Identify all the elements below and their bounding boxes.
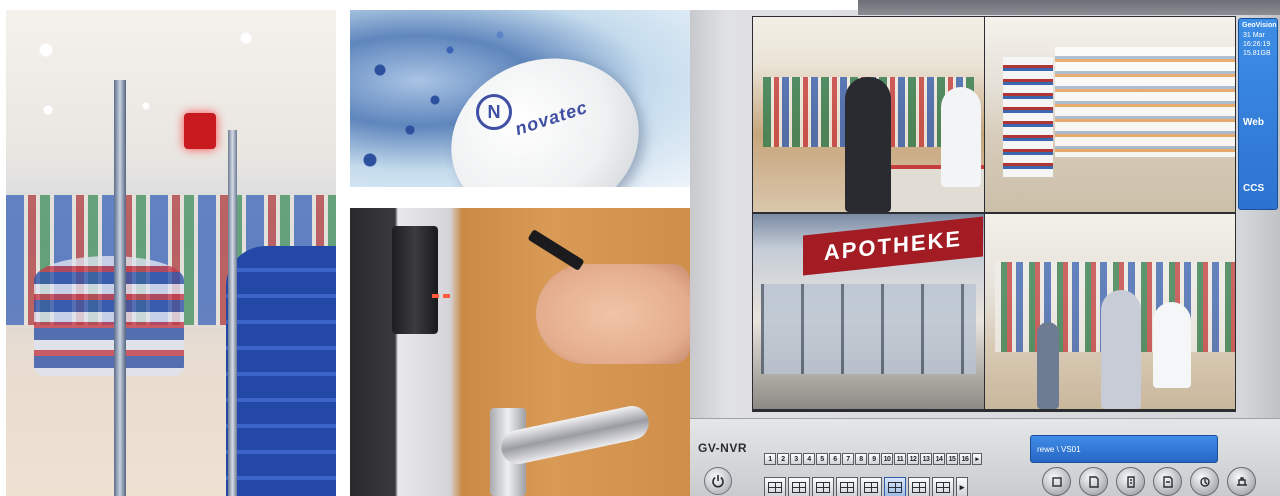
tool-button-4[interactable] [1153,467,1182,496]
access-control-photo [350,208,690,496]
channel-button-7[interactable]: 7 [842,453,854,465]
app-logo: GV-NVR [698,441,748,455]
camera-view-1[interactable] [753,17,984,212]
side-panel: GeoVision 31 Mar 16:26:19 15.81GB Web CC… [1238,18,1278,210]
camera-view-2[interactable] [985,17,1235,212]
channel-button-9[interactable]: 9 [868,453,880,465]
key-card [527,229,585,271]
channel-button-5[interactable]: 5 [816,453,828,465]
channel-button-3[interactable]: 3 [790,453,802,465]
tool-button-1[interactable] [1042,467,1071,496]
gv-nvr-window: APOTHEKE GeoVision 31 Mar 16:26:19 15.81… [690,0,1280,496]
hand [536,264,690,364]
channel-button-1[interactable]: 1 [764,453,776,465]
ccs-button[interactable]: CCS [1243,183,1264,194]
time-readout: 16:26:19 [1243,41,1271,48]
channel-selector: 1 2 3 4 5 6 7 8 9 10 11 12 13 14 15 16 ▸ [764,453,982,465]
grid-layout-icon [888,481,902,493]
layout-selector: ▸ [764,477,968,496]
tool-buttons [1042,467,1256,496]
window-titlebar [858,0,1280,15]
grid-layout-icon [792,481,806,493]
tool-button-6[interactable] [1227,467,1256,496]
channel-button-14[interactable]: 14 [933,453,945,465]
layout-button-6[interactable] [884,477,906,496]
layout-button-4[interactable] [836,477,858,496]
geovision-brand: GeoVision [1242,22,1277,29]
camera-grid: APOTHEKE [752,16,1236,412]
channel-next-button[interactable]: ▸ [972,453,982,465]
channel-button-16[interactable]: 16 [959,453,971,465]
grid-layout-icon [936,481,950,493]
grid-layout-icon [864,481,878,493]
tool-1-icon [1051,476,1062,487]
status-display: rewe \ VS01 [1030,435,1218,463]
channel-button-8[interactable]: 8 [855,453,867,465]
tool-2-icon [1088,475,1099,488]
control-bar: GV-NVR 1 2 3 4 5 6 7 8 9 10 11 12 13 14 15 16 ▸ ▸ rewe \… [690,418,1280,496]
layout-button-5[interactable] [860,477,882,496]
grid-layout-icon [840,481,854,493]
channel-button-2[interactable]: 2 [777,453,789,465]
tool-3-icon [1126,475,1135,488]
novatec-logo: N [476,94,512,130]
channel-button-10[interactable]: 10 [881,453,893,465]
tool-6-icon [1236,476,1247,486]
date-readout: 31 Mar [1243,32,1265,39]
channel-button-12[interactable]: 12 [907,453,919,465]
grid-layout-icon [816,481,830,493]
collage: N novatec APOTHEKE GeoVision 31 Mar 16:2… [0,0,1280,496]
channel-button-6[interactable]: 6 [829,453,841,465]
grid-layout-icon [912,481,926,493]
power-icon [712,475,724,488]
tool-button-3[interactable] [1116,467,1145,496]
layout-button-7[interactable] [908,477,930,496]
tool-button-5[interactable] [1190,467,1219,496]
web-button[interactable]: Web [1243,117,1264,128]
layout-button-2[interactable] [788,477,810,496]
channel-button-4[interactable]: 4 [803,453,815,465]
tool-4-icon [1162,475,1173,488]
channel-button-15[interactable]: 15 [946,453,958,465]
channel-button-13[interactable]: 13 [920,453,932,465]
camera-view-4[interactable] [985,214,1235,409]
tool-5-icon [1199,476,1210,487]
power-button[interactable] [704,467,732,495]
alarm-light [184,113,216,149]
tool-button-2[interactable] [1079,467,1108,496]
card-reader [392,226,438,334]
apotheke-sign: APOTHEKE [803,216,983,276]
layout-button-3[interactable] [812,477,834,496]
novatec-tablet-photo: N novatec [350,10,690,187]
layout-button-1[interactable] [764,477,786,496]
channel-button-11[interactable]: 11 [894,453,906,465]
grid-layout-icon [768,481,782,493]
layout-button-8[interactable] [932,477,954,496]
camera-view-3[interactable]: APOTHEKE [753,214,984,409]
layout-next-button[interactable]: ▸ [956,477,968,496]
store-security-gate-photo [6,10,336,496]
disk-readout: 15.81GB [1243,50,1271,57]
security-gate [114,80,126,496]
